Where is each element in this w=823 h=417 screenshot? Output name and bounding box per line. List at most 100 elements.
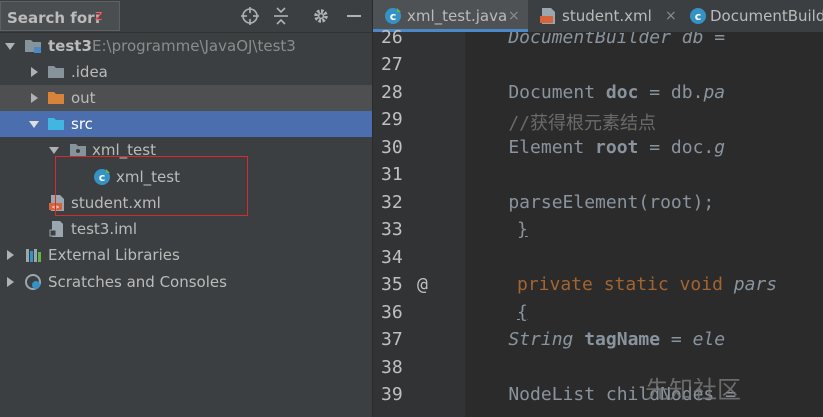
code-token: { — [517, 302, 528, 323]
search-label: Search for: — [7, 9, 101, 27]
code-token: parseElement( — [465, 192, 650, 213]
minimize-icon[interactable] — [343, 5, 365, 27]
tree-row-external-libraries[interactable]: External Libraries — [0, 242, 372, 268]
code-token: pa — [703, 82, 726, 103]
tree-label-scratches: Scratches and Consoles — [48, 273, 227, 291]
crosshair-icon[interactable] — [239, 5, 261, 27]
code-token: tagName — [584, 329, 661, 350]
project-panel: Search for: z test3 E:\programme\JavaOJ\… — [0, 0, 372, 417]
close-icon[interactable]: × — [665, 8, 677, 24]
tree-row-idea[interactable]: .idea — [0, 59, 372, 85]
xml-file-icon: <> — [49, 195, 64, 211]
code-editor[interactable]: DocumentBuilder db = Document doc = db.p… — [465, 32, 823, 417]
code-token: Element — [465, 137, 596, 158]
tab-document-builder[interactable]: c DocumentBuild — [686, 0, 823, 32]
xml-file-icon — [540, 8, 555, 24]
code-line-28: Document doc = db.pa — [465, 82, 725, 103]
tree-row-out[interactable]: out — [0, 85, 372, 111]
gear-icon[interactable] — [310, 5, 332, 27]
line-number: 27 — [381, 54, 403, 75]
collapse-icon[interactable] — [270, 5, 292, 27]
tree-label-idea: .idea — [71, 63, 108, 81]
code-token: = db. — [638, 82, 704, 103]
tree-label-test3: test3 — [48, 37, 92, 55]
tab-label: xml_test.java — [407, 7, 508, 25]
code-token: = — [660, 329, 693, 350]
java-class-icon: c — [690, 8, 706, 24]
tree-label-src: src — [71, 115, 93, 133]
project-toolbar: Search for: z — [0, 0, 372, 33]
chevron-down-icon[interactable] — [4, 40, 16, 52]
tree-label-iml: test3.iml — [71, 220, 138, 238]
code-token: pars — [733, 274, 778, 295]
chevron-down-icon[interactable] — [28, 118, 40, 130]
line-number: 29 — [381, 109, 403, 130]
code-line-37: String tagName = ele — [465, 329, 725, 350]
code-line-26: DocumentBuilder db = — [465, 32, 736, 48]
code-token: = doc. — [638, 137, 715, 158]
override-marker-icon[interactable]: @ — [417, 274, 428, 295]
code-line-30: Element root = doc.g — [465, 137, 725, 158]
editor-gutter: 26 27 28 29 30 31 32 33 34 35 36 37 38 3… — [373, 27, 465, 417]
chevron-right-icon[interactable] — [28, 92, 40, 104]
chevron-right-icon[interactable] — [4, 276, 16, 288]
watermark: 先知社区 — [645, 376, 741, 404]
tree-label-student-xml: student.xml — [71, 194, 161, 212]
tree-row-iml[interactable]: test3.iml — [0, 216, 372, 242]
scratches-icon — [25, 274, 41, 290]
ide-window: Search for: z test3 E:\programme\JavaOJ\… — [0, 0, 823, 417]
tree-row-test3[interactable]: test3 E:\programme\JavaOJ\test3 — [0, 33, 372, 59]
code-token: Document — [465, 82, 606, 103]
code-token: doc — [605, 82, 639, 103]
chevron-down-icon[interactable] — [48, 144, 60, 156]
close-icon[interactable]: × — [508, 8, 520, 24]
line-number: 38 — [381, 357, 403, 378]
line-number: 31 — [381, 164, 403, 185]
java-class-icon: c — [385, 8, 401, 24]
tree-row-class[interactable]: c xml_test — [0, 164, 372, 190]
code-token: root — [595, 137, 639, 158]
line-number: 26 — [381, 27, 403, 48]
tree-row-student-xml[interactable]: <> student.xml — [0, 190, 372, 216]
code-token: String — [465, 329, 585, 350]
code-comment: //获得根元素结点 — [465, 113, 657, 134]
line-number: 33 — [381, 219, 403, 240]
chevron-right-icon[interactable] — [28, 66, 40, 78]
code-token: g — [714, 137, 726, 158]
code-token: ); — [692, 192, 715, 213]
line-number: 37 — [381, 329, 403, 350]
line-number: 35 — [381, 274, 403, 295]
iml-file-icon — [49, 221, 63, 237]
line-number: 36 — [381, 302, 403, 323]
tree-row-scratches[interactable]: Scratches and Consoles — [0, 269, 372, 295]
line-number: 39 — [381, 384, 403, 405]
code-token: ele — [692, 329, 726, 350]
code-token: } — [517, 219, 528, 240]
tree-label-package: xml_test — [92, 141, 156, 159]
search-input[interactable]: z — [95, 8, 102, 24]
tree-path-test3: E:\programme\JavaOJ\test3 — [92, 37, 296, 55]
folder-icon — [48, 66, 64, 78]
tree-label-out: out — [71, 89, 96, 107]
code-line-29: //获得根元素结点 — [465, 109, 656, 135]
svg-text:c: c — [695, 10, 702, 23]
chevron-right-icon[interactable] — [4, 249, 16, 261]
package-icon — [70, 144, 86, 156]
tree-row-package[interactable]: xml_test — [0, 137, 372, 163]
module-folder-icon — [25, 40, 41, 53]
folder-blue-icon — [48, 118, 64, 130]
code-token: DocumentBuilder db = — [465, 32, 736, 48]
line-number: 30 — [381, 137, 403, 158]
tab-label: DocumentBuild — [710, 7, 823, 25]
code-token: private static void — [517, 274, 734, 295]
svg-text:c: c — [390, 10, 397, 23]
speed-search-box[interactable]: Search for: z — [0, 1, 120, 31]
tab-student-xml[interactable]: student.xml × — [529, 0, 685, 32]
tree-row-src[interactable]: src — [0, 111, 372, 137]
svg-text:<>: <> — [52, 204, 60, 211]
tree-label-external-libraries: External Libraries — [48, 246, 180, 264]
code-line-35: private static void pars — [465, 274, 777, 295]
editor-tabs: c xml_test.java × student.xml × c Docume… — [373, 0, 823, 33]
code-line-36: { — [465, 302, 528, 323]
java-class-icon: c — [94, 169, 110, 185]
